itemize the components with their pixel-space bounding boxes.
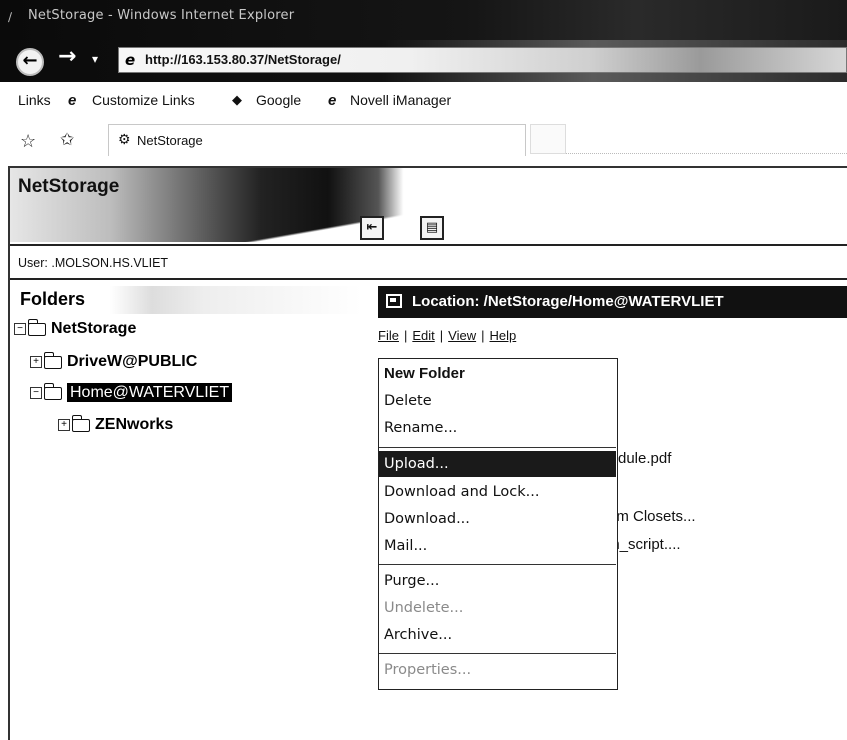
menu-help[interactable]: Help xyxy=(489,328,516,343)
back-arrow-icon[interactable]: ← xyxy=(16,48,44,76)
menu-separator: | xyxy=(403,328,408,343)
user-value: .MOLSON.HS.VLIET xyxy=(51,256,169,270)
window-title: NetStorage - Windows Internet Explorer xyxy=(28,8,295,23)
folder-icon xyxy=(72,414,90,432)
menu-file[interactable]: File xyxy=(378,328,399,343)
menu-separator: | xyxy=(481,328,485,343)
menu-view[interactable]: View xyxy=(448,328,476,343)
browser-title-bar: ∕ NetStorage - Windows Internet Explorer xyxy=(0,0,847,40)
expand-icon[interactable]: + xyxy=(30,356,42,368)
user-line: User: .MOLSON.HS.VLIET xyxy=(18,256,168,270)
location-prefix: Location: xyxy=(412,293,480,310)
menu-item-undelete: Undelete... xyxy=(384,600,464,616)
file-item-partial[interactable]: in_script.... xyxy=(608,536,681,553)
file-item-partial[interactable]: dule.pdf xyxy=(618,450,671,467)
document-icon[interactable]: ▤ xyxy=(420,216,444,240)
menu-separator xyxy=(379,564,616,565)
netstorage-tab-icon: ⚙ xyxy=(118,131,131,147)
tree-node-label[interactable]: ZENworks xyxy=(95,416,173,433)
tree-node-zenworks[interactable]: + ZENworks xyxy=(58,414,173,440)
menu-item-rename[interactable]: Rename... xyxy=(379,415,616,441)
app-title: NetStorage xyxy=(18,176,120,197)
file-item-partial[interactable]: em Closets... xyxy=(608,508,696,525)
ie-link-icon: e xyxy=(328,92,337,109)
google-icon: ◆ xyxy=(232,92,242,107)
user-label: User: xyxy=(18,256,48,270)
url-text[interactable]: http://163.153.80.37/NetStorage/ xyxy=(145,52,341,67)
folders-heading: Folders xyxy=(20,289,86,309)
link-customize-links[interactable]: Customize Links xyxy=(92,92,195,108)
location-path: /NetStorage/Home@WATERVLIET xyxy=(483,293,724,310)
folder-icon xyxy=(44,351,62,369)
menu-item-download-and-lock[interactable]: Download and Lock... xyxy=(379,479,616,505)
tab-netstorage[interactable]: ⚙ NetStorage xyxy=(108,124,526,156)
ie-window-icon: ∕ xyxy=(8,10,13,24)
location-icon xyxy=(386,294,402,308)
menu-item-new-folder[interactable]: New Folder xyxy=(379,361,616,387)
folder-open-icon xyxy=(44,382,62,400)
folder-open-icon xyxy=(28,318,46,336)
folders-header: Folders xyxy=(12,286,362,314)
link-google[interactable]: Google xyxy=(256,92,301,108)
history-dropdown-icon[interactable]: ▾ xyxy=(92,52,98,66)
add-favorites-icon[interactable]: ✩ xyxy=(60,130,74,150)
collapse-icon[interactable]: − xyxy=(30,387,42,399)
header-divider xyxy=(10,244,847,246)
link-novell-imanager[interactable]: Novell iManager xyxy=(350,92,451,108)
url-field[interactable]: e http://163.153.80.37/NetStorage/ xyxy=(118,47,847,73)
tab-label: NetStorage xyxy=(137,133,203,148)
tabs-bar: ☆ ✩ ⚙ NetStorage xyxy=(0,120,847,162)
user-divider xyxy=(10,278,847,280)
menu-separator xyxy=(379,447,616,448)
menu-edit[interactable]: Edit xyxy=(412,328,434,343)
menu-item-mail[interactable]: Mail... xyxy=(379,533,616,559)
netstorage-page: NetStorage ⇤ ▤ User: .MOLSON.HS.VLIET Fo… xyxy=(8,166,847,740)
tree-node-netstorage[interactable]: − NetStorage xyxy=(14,318,136,344)
menu-item-delete[interactable]: Delete xyxy=(379,388,616,414)
menu-separator: | xyxy=(439,328,444,343)
new-tab-button[interactable] xyxy=(530,124,566,154)
ie-page-icon: e xyxy=(125,51,136,69)
links-label: Links xyxy=(18,92,51,108)
menu-bar: File | Edit | View | Help xyxy=(378,328,516,343)
tree-node-label[interactable]: DriveW@PUBLIC xyxy=(67,353,197,370)
app-header: NetStorage ⇤ ▤ xyxy=(10,168,847,242)
tree-node-home-watervliet[interactable]: − Home@WATERVLIET xyxy=(30,382,233,408)
tree-node-label-selected[interactable]: Home@WATERVLIET xyxy=(67,383,233,402)
tree-node-label[interactable]: NetStorage xyxy=(51,320,136,337)
expand-icon[interactable]: + xyxy=(58,419,70,431)
location-text: Location: /NetStorage/Home@WATERVLIET xyxy=(412,293,724,310)
menu-item-archive[interactable]: Archive... xyxy=(379,622,616,648)
tree-node-drivew-public[interactable]: + DriveW@PUBLIC xyxy=(30,351,197,377)
forward-arrow-icon[interactable]: → xyxy=(58,44,76,69)
menu-item-upload[interactable]: Upload... xyxy=(379,451,616,477)
location-bar: Location: /NetStorage/Home@WATERVLIET xyxy=(378,286,847,318)
ie-link-icon: e xyxy=(68,92,77,109)
links-bar: Links e Customize Links ◆ Google e Novel… xyxy=(0,88,847,116)
favorites-star-icon[interactable]: ☆ xyxy=(20,131,36,152)
file-menu-dropdown: New Folder Delete Rename... Upload... Do… xyxy=(378,358,618,690)
menu-separator xyxy=(379,653,616,654)
menu-item-download[interactable]: Download... xyxy=(379,506,616,532)
menu-item-purge[interactable]: Purge... xyxy=(379,568,616,594)
collapse-icon[interactable]: − xyxy=(14,323,26,335)
tabs-divider xyxy=(566,153,847,154)
menu-item-properties: Properties... xyxy=(384,662,472,678)
logout-icon[interactable]: ⇤ xyxy=(360,216,384,240)
